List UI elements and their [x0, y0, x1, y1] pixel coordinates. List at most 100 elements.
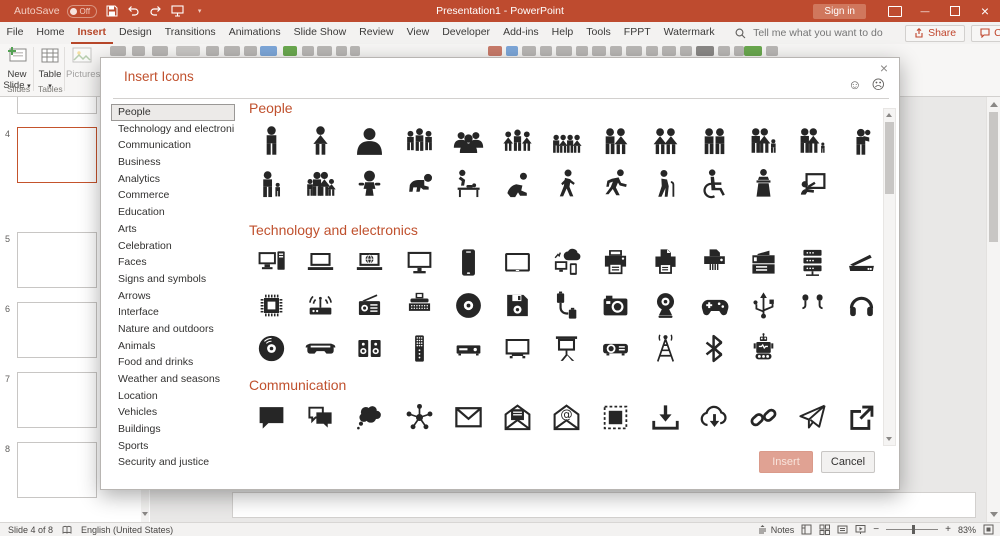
tab-file[interactable]: File [0, 22, 30, 44]
earbuds-icon[interactable] [788, 285, 837, 325]
tab-tools[interactable]: Tools [580, 22, 618, 44]
category-weather-and-seasons[interactable]: Weather and seasons [111, 371, 235, 388]
category-interface[interactable]: Interface [111, 304, 235, 321]
notes-toggle[interactable]: Notes [758, 525, 795, 535]
remote-control-icon[interactable] [395, 328, 444, 368]
optical-disc-icon[interactable] [444, 285, 493, 325]
camera-icon[interactable] [591, 285, 640, 325]
radio-icon[interactable] [345, 285, 394, 325]
group-mixed-icon[interactable] [493, 120, 542, 160]
sign-in-button[interactable]: Sign in [813, 4, 866, 19]
crawling-baby-icon[interactable] [395, 163, 444, 203]
slideshow-view-icon[interactable] [855, 524, 866, 535]
hyperlink-chain-icon[interactable] [739, 397, 788, 437]
ribbon-display-options-icon[interactable] [880, 0, 910, 22]
woman-icon[interactable] [296, 120, 345, 160]
tab-watermark[interactable]: Watermark [657, 22, 721, 44]
slide-thumbnail-5[interactable] [17, 232, 97, 288]
zoom-level[interactable]: 83% [958, 525, 976, 535]
category-buildings[interactable]: Buildings [111, 421, 235, 438]
category-vehicles[interactable]: Vehicles [111, 404, 235, 421]
printer-document-icon[interactable] [641, 242, 690, 282]
presenter-whiteboard-icon[interactable] [788, 163, 837, 203]
paper-shredder-icon[interactable] [690, 242, 739, 282]
scroll-down-icon[interactable] [886, 437, 892, 441]
category-location[interactable]: Location [111, 388, 235, 405]
laptop-icon[interactable] [296, 242, 345, 282]
slide-thumbnail-7[interactable] [17, 372, 97, 428]
feedback-smile-icon[interactable]: ☺ [848, 77, 861, 93]
parent-carrying-baby-icon[interactable] [837, 120, 886, 160]
tab-slide-show[interactable]: Slide Show [287, 22, 353, 44]
slide-sorter-view-icon[interactable] [819, 524, 830, 535]
share-button[interactable]: Share [905, 25, 965, 42]
couple-man-woman-icon[interactable] [591, 120, 640, 160]
slide-thumbnail-6[interactable] [17, 302, 97, 358]
elderly-with-cane-icon[interactable] [641, 163, 690, 203]
group-busts-icon[interactable] [444, 120, 493, 160]
family-four-icon[interactable] [296, 163, 345, 203]
category-people[interactable]: People [111, 104, 235, 121]
zoom-slider-thumb[interactable] [912, 525, 915, 534]
adult-with-child-icon[interactable] [247, 163, 296, 203]
tab-design[interactable]: Design [113, 22, 159, 44]
category-technology-and-electronics[interactable]: Technology and electronics [111, 121, 235, 138]
server-rack-icon[interactable] [788, 242, 837, 282]
customize-quick-access-icon[interactable]: ▾ [192, 4, 207, 19]
slide-thumbnail-4[interactable] [17, 127, 97, 183]
spellcheck-icon[interactable] [62, 525, 72, 535]
monitor-icon[interactable] [395, 242, 444, 282]
slide-thumbnail-8[interactable] [17, 442, 97, 498]
photocopier-icon[interactable] [739, 242, 788, 282]
category-arrows[interactable]: Arrows [111, 288, 235, 305]
media-player-icon[interactable] [444, 328, 493, 368]
network-hub-icon[interactable] [395, 397, 444, 437]
webcam-icon[interactable] [641, 285, 690, 325]
tab-developer[interactable]: Developer [436, 22, 497, 44]
game-controller-icon[interactable] [690, 285, 739, 325]
open-letter-icon[interactable] [493, 397, 542, 437]
undo-icon[interactable] [126, 4, 141, 19]
category-arts[interactable]: Arts [111, 221, 235, 238]
cloud-download-icon[interactable] [690, 397, 739, 437]
scroll-up-icon[interactable] [990, 102, 998, 107]
category-nature-and-outdoors[interactable]: Nature and outdoors [111, 321, 235, 338]
cancel-button[interactable]: Cancel [821, 451, 875, 473]
dialog-scrollbar[interactable] [883, 108, 896, 446]
category-analytics[interactable]: Analytics [111, 171, 235, 188]
robot-icon[interactable] [739, 328, 788, 368]
scrollbar-thumb[interactable] [989, 112, 998, 242]
tab-help[interactable]: Help [545, 22, 580, 44]
wheelchair-icon[interactable] [690, 163, 739, 203]
chat-bubbles-icon[interactable] [296, 397, 345, 437]
zoom-out-button[interactable]: − [873, 524, 879, 535]
baby-changing-icon[interactable] [444, 163, 493, 203]
tab-view[interactable]: View [400, 22, 436, 44]
wireless-router-icon[interactable] [296, 285, 345, 325]
zoom-slider[interactable] [886, 529, 938, 530]
share-arrow-icon[interactable] [837, 397, 886, 437]
category-animals[interactable]: Animals [111, 338, 235, 355]
language-indicator[interactable]: English (United States) [81, 525, 173, 535]
couple-two-women-icon[interactable] [641, 120, 690, 160]
tablet-icon[interactable] [493, 242, 542, 282]
usb-cable-icon[interactable] [542, 285, 591, 325]
search-input[interactable] [751, 26, 905, 40]
group-four-icon[interactable] [542, 120, 591, 160]
category-commerce[interactable]: Commerce [111, 187, 235, 204]
comments-button[interactable]: Comments [971, 25, 1000, 42]
headphones-icon[interactable] [837, 285, 886, 325]
vinyl-record-icon[interactable] [247, 328, 296, 368]
category-business[interactable]: Business [111, 154, 235, 171]
tab-transitions[interactable]: Transitions [158, 22, 222, 44]
redo-icon[interactable] [148, 4, 163, 19]
thought-cloud-icon[interactable] [345, 397, 394, 437]
start-presentation-icon[interactable] [170, 4, 185, 19]
scrollbar-thumb[interactable] [885, 122, 894, 194]
feedback-frown-icon[interactable]: ☹ [871, 77, 885, 93]
laptop-globe-icon[interactable] [345, 242, 394, 282]
tab-review[interactable]: Review [353, 22, 400, 44]
category-education[interactable]: Education [111, 204, 235, 221]
group-three-men-icon[interactable] [395, 120, 444, 160]
video-projector-icon[interactable] [591, 328, 640, 368]
